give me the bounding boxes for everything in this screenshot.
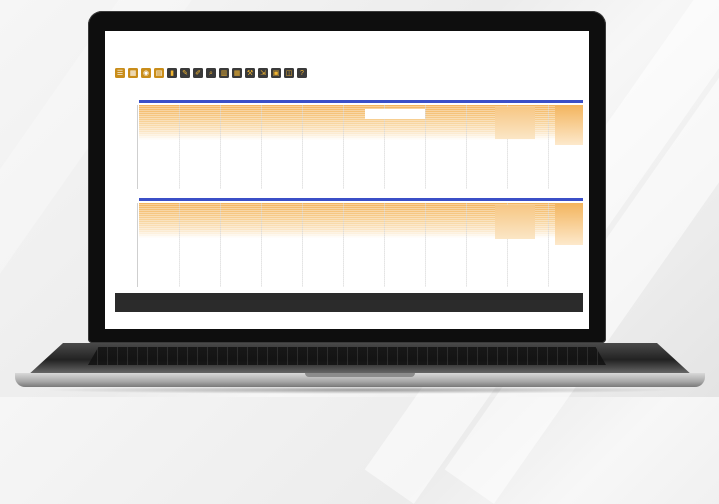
read-block [365,109,425,119]
toolbar: ☰ ▦ ◉ ▤ ▮ ✎ ✐ ⌕ ▥ ▦ ⚒ ⇲ ▣ ◫? [115,68,307,78]
edit-icon: ✎ [182,69,188,77]
wrench-button[interactable]: ⚒ [245,68,255,78]
zoom-button[interactable]: ⌕ [206,68,216,78]
read-block [495,107,535,139]
laptop-notch [305,373,415,377]
pen-icon: ✐ [195,69,201,77]
split-button[interactable]: ◫ [284,68,294,78]
reference-sequence-bar[interactable] [139,100,583,103]
alignment-panel-1 [115,95,583,191]
read-block [555,105,583,145]
layout-icon: ▣ [272,69,280,77]
split-icon: ◫ [285,69,293,77]
wrench-icon: ⚒ [246,69,254,77]
help-button[interactable]: ? [297,68,307,78]
read-block [555,203,583,245]
chart-button[interactable]: ▥ [219,68,229,78]
help-icon: ? [300,69,304,77]
divider [137,203,138,287]
table-icon: ▦ [233,69,241,77]
divider [137,105,138,189]
layout-button[interactable]: ▣ [271,68,281,78]
eye-icon: ◉ [142,69,150,77]
bookmark-icon: ▮ [170,69,174,77]
status-bar [115,293,583,312]
reference-sequence-bar[interactable] [139,198,583,201]
read-block [495,205,535,239]
pen-button[interactable]: ✐ [193,68,203,78]
edit-button[interactable]: ✎ [180,68,190,78]
grid-icon: ▦ [129,69,137,77]
chart-icon: ▥ [220,69,228,77]
list-icon: ☰ [116,69,124,77]
laptop-shadow [40,386,680,394]
zoom-icon: ⌕ [209,69,213,77]
laptop-keyboard [88,347,606,365]
laptop-screen: ☰ ▦ ◉ ▤ ▮ ✎ ✐ ⌕ ▥ ▦ ⚒ ⇲ ▣ ◫? [105,31,589,329]
export-button[interactable]: ⇲ [258,68,268,78]
list-button[interactable]: ☰ [115,68,125,78]
bookmark-button[interactable]: ▮ [167,68,177,78]
document-button[interactable]: ▤ [154,68,164,78]
table-button[interactable]: ▦ [232,68,242,78]
eye-button[interactable]: ◉ [141,68,151,78]
grid-button[interactable]: ▦ [128,68,138,78]
document-icon: ▤ [155,69,163,77]
export-icon: ⇲ [260,69,266,77]
alignment-panel-2 [115,193,583,289]
